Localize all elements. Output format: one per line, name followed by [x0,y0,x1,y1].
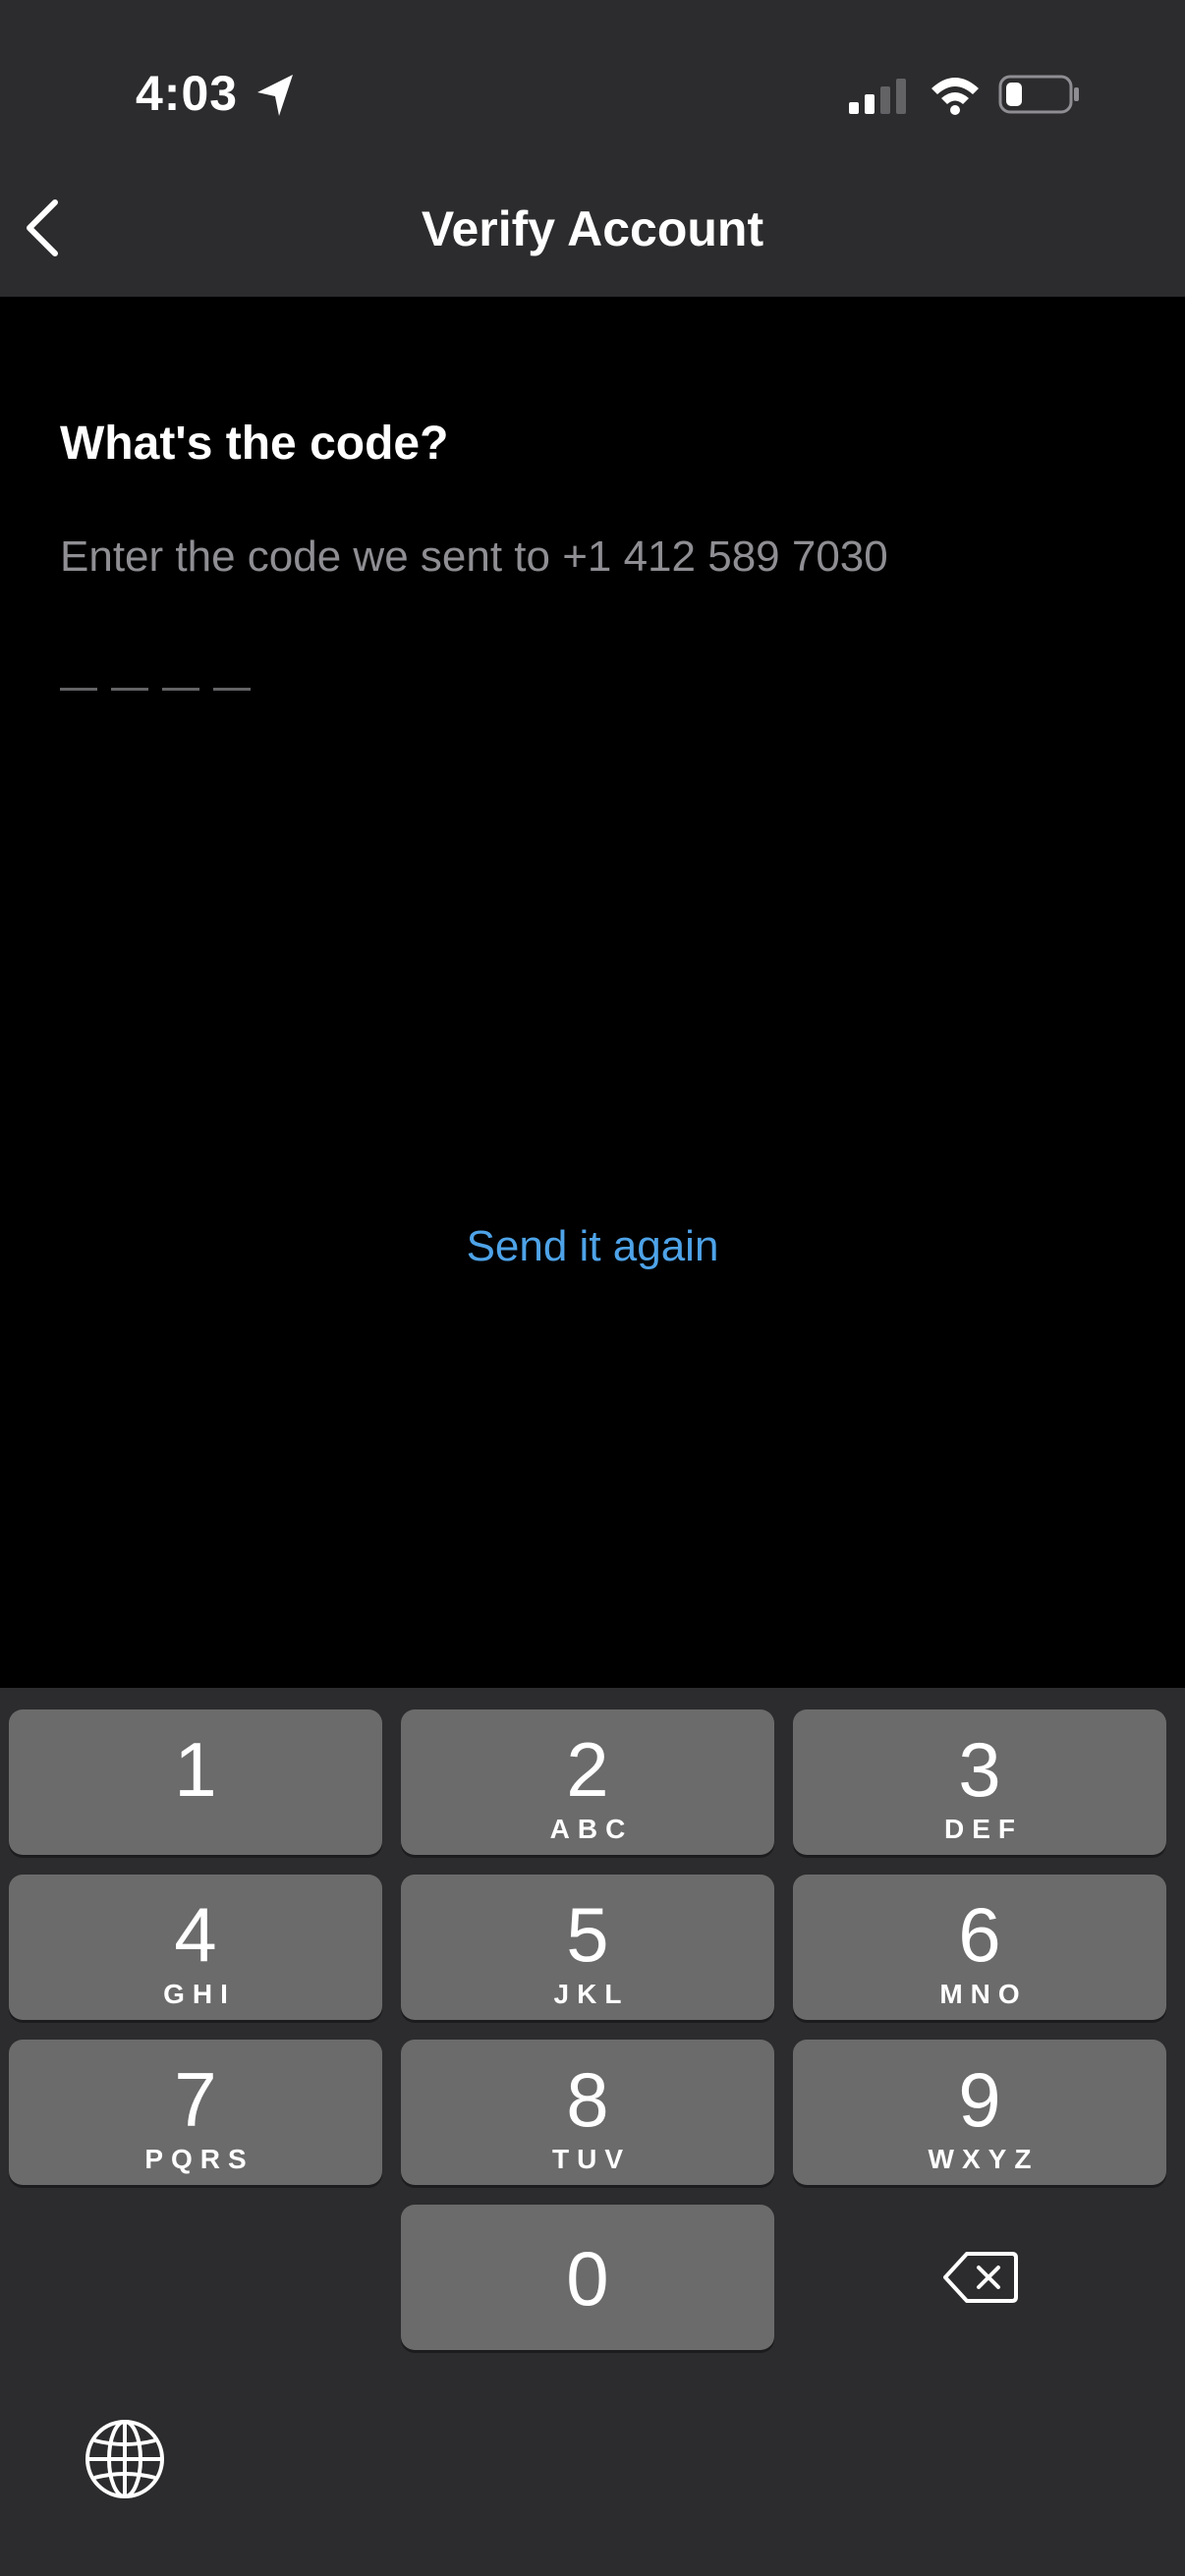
key-digit: 4 [174,1891,217,1978]
key-digit: 5 [566,1891,609,1978]
key-3[interactable]: 3 DEF [793,1709,1166,1855]
backspace-icon[interactable] [943,2250,1018,2305]
code-instructions: Enter the code we sent to +1 412 589 703… [60,532,888,581]
key-digit: 9 [958,2056,1001,2143]
battery-icon [998,75,1079,114]
key-letters: JKL [553,1979,630,2009]
globe-icon[interactable] [83,2417,167,2501]
key-8[interactable]: 8 TUV [401,2040,774,2185]
key-letters: MNO [939,1979,1028,2009]
code-input[interactable] [60,688,251,691]
header: 4:03 Verify Account [0,0,1185,297]
code-digit-slot [111,688,148,691]
key-9[interactable]: 9 WXYZ [793,2040,1166,2185]
key-letters: PQRS [144,2144,254,2174]
key-letters: WXYZ [928,2144,1040,2174]
key-4[interactable]: 4 GHI [9,1875,382,2020]
key-1[interactable]: 1 [9,1709,382,1855]
key-letters: GHI [163,1979,236,2009]
key-letters: ABC [549,1814,634,1844]
key-letters: TUV [552,2144,631,2174]
wifi-icon [931,78,979,115]
key-6[interactable]: 6 MNO [793,1875,1166,2020]
send-again-link[interactable]: Send it again [0,1222,1185,1271]
page-title: Verify Account [421,201,764,256]
code-digit-slot [162,688,199,691]
cellular-signal-icon [849,79,906,114]
code-heading: What's the code? [60,418,449,470]
code-digit-slot [213,688,251,691]
key-digit: 3 [958,1726,1001,1813]
key-digit: 8 [566,2056,609,2143]
key-digit: 0 [566,2235,609,2322]
key-5[interactable]: 5 JKL [401,1875,774,2020]
code-digit-slot [60,688,97,691]
key-digit: 7 [174,2056,217,2143]
verify-account-screen: 4:03 Verify Account What's the code? Ent… [0,0,1185,2576]
key-digit: 6 [958,1891,1001,1978]
status-time: 4:03 [136,66,239,121]
key-2[interactable]: 2 ABC [401,1709,774,1855]
key-digit: 2 [566,1726,609,1813]
key-7[interactable]: 7 PQRS [9,2040,382,2185]
key-letters: DEF [944,1814,1023,1844]
key-0[interactable]: 0 [401,2205,774,2350]
key-digit: 1 [174,1726,217,1813]
location-arrow-icon [257,75,293,116]
